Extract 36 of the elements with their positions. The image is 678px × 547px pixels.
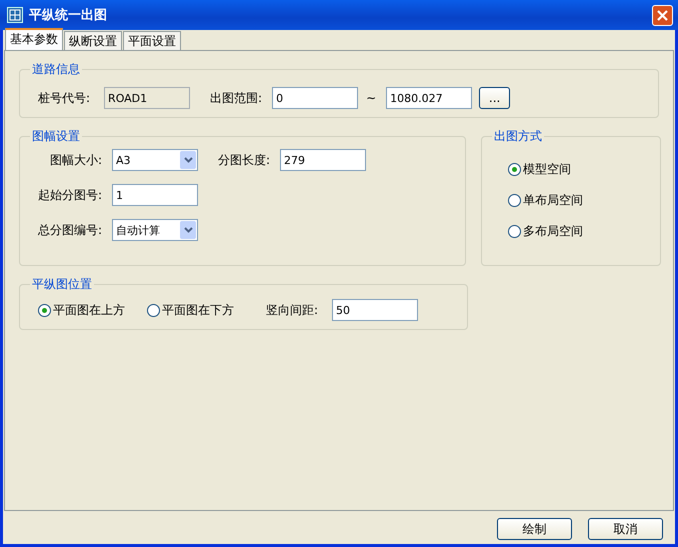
field-label: 出图范围: — [210, 90, 262, 106]
field-label: 起始分图号: — [36, 186, 102, 204]
group-title: 道路信息 — [31, 61, 81, 78]
radio-button[interactable]: 平面图在下方 — [147, 302, 234, 318]
group-title: 平纵图位置 — [31, 276, 93, 293]
field-label: 图幅大小: — [48, 152, 102, 168]
input-field[interactable]: 279 — [280, 149, 366, 171]
range-separator: ~ — [366, 91, 376, 105]
radio-button[interactable]: 平面图在上方 — [38, 302, 125, 318]
close-button[interactable] — [652, 4, 673, 26]
tab[interactable]: 基本参数 — [5, 28, 63, 50]
window-title: 平纵统一出图 — [29, 6, 108, 24]
field-label: 总分图编号: — [36, 222, 102, 238]
field-label: 桩号代号: — [38, 90, 90, 106]
chevron-down-icon — [184, 157, 192, 163]
dialog-button[interactable]: 取消 — [588, 518, 663, 540]
tab[interactable]: 平面设置 — [123, 31, 181, 50]
dialog-button[interactable]: 绘制 — [497, 518, 572, 540]
radio-button[interactable]: 单布局空间 — [508, 192, 634, 209]
input-field[interactable]: 1 — [112, 184, 198, 206]
field-label: 竖向间距: — [266, 302, 318, 318]
input-field[interactable]: 1080.027 — [386, 87, 472, 109]
dropdown[interactable]: A3 — [112, 149, 198, 171]
radio-button[interactable]: 模型空间 — [508, 161, 634, 178]
dropdown[interactable]: 自动计算 — [112, 219, 198, 241]
chevron-down-icon — [184, 227, 192, 233]
field-label: 分图长度: — [218, 152, 270, 168]
tab[interactable]: 纵断设置 — [64, 31, 122, 50]
group-title: 图幅设置 — [31, 128, 81, 145]
group-title: 出图方式 — [493, 128, 543, 145]
app-icon — [7, 7, 23, 23]
radio-button[interactable]: 多布局空间 — [508, 223, 634, 240]
browse-button[interactable]: ... — [479, 87, 510, 109]
input-field[interactable]: 50 — [332, 299, 418, 321]
input-field[interactable]: 0 — [272, 87, 358, 109]
close-icon — [656, 8, 669, 22]
